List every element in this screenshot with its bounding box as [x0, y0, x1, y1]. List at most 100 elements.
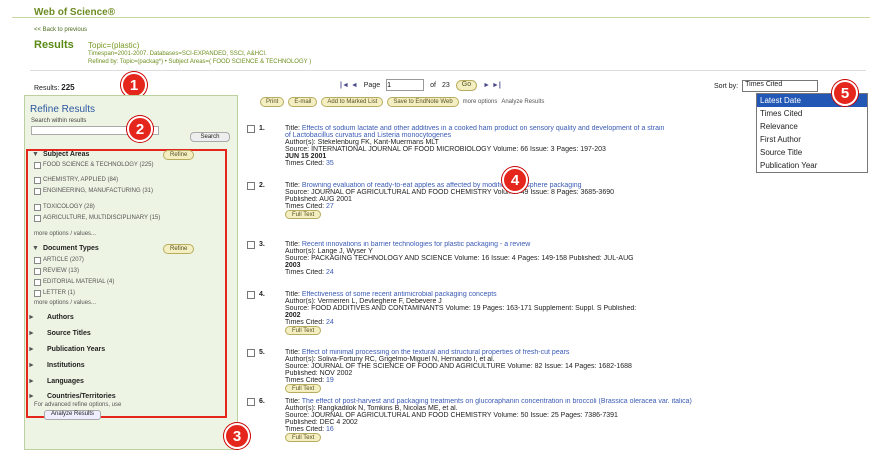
record-checkbox[interactable] — [247, 398, 255, 406]
subject-more-options-link[interactable]: more options / values... — [34, 231, 96, 237]
record-source: Source: PACKAGING TECHNOLOGY AND SCIENCE… — [285, 255, 634, 262]
record-source: Source: JOURNAL OF AGRICULTURAL AND FOOD… — [285, 412, 618, 419]
facet-institutions[interactable]: ► Institutions — [28, 362, 85, 369]
analyze-results-button[interactable]: Analyze Results — [44, 410, 102, 420]
times-cited-link[interactable]: 35 — [326, 160, 334, 167]
subject-option[interactable]: TOXICOLOGY (28) — [34, 204, 184, 211]
search-within-label: Search within results — [31, 118, 87, 124]
record-source: Source: FOOD ADDITIVES AND CONTAMINANTS … — [285, 305, 637, 312]
subject-option[interactable]: CHEMISTRY, APPLIED (84) — [34, 177, 184, 184]
record-checkbox[interactable] — [247, 125, 255, 133]
record-checkbox[interactable] — [247, 349, 255, 357]
checkbox-icon[interactable] — [34, 279, 41, 286]
go-button[interactable]: Go — [455, 79, 478, 91]
record-source: Source: JOURNAL OF AGRICULTURAL AND FOOD… — [285, 189, 614, 196]
print-button[interactable]: Print — [260, 97, 285, 107]
times-cited-link[interactable]: 24 — [326, 269, 334, 276]
search-button[interactable]: Search — [190, 132, 230, 142]
checkbox-icon[interactable] — [34, 177, 41, 184]
sort-option-times-cited[interactable]: Times Cited — [757, 107, 867, 120]
add-to-marked-list-button[interactable]: Add to Marked List — [321, 97, 384, 107]
record-published: Published: DEC 4 2002 — [285, 419, 358, 426]
record-published: Published: AUG 2001 — [285, 196, 352, 203]
document-types-header[interactable]: ▼ Document Types — [32, 245, 99, 252]
results-count: Results: 225 — [34, 83, 75, 92]
document-types-label: Document Types — [42, 245, 99, 252]
record-published: 2003 — [285, 262, 301, 269]
triangle-right-icon: ► — [28, 330, 35, 337]
first-prev-page-icon[interactable]: |◄ ◄ — [340, 82, 358, 89]
checkbox-icon[interactable] — [34, 257, 41, 264]
record-authors: Author(s): Stekelenburg FK, Kant-Muerman… — [285, 139, 439, 146]
sort-select[interactable]: Times Cited — [742, 80, 819, 92]
subject-option[interactable]: FOOD SCIENCE & TECHNOLOGY (225) — [34, 162, 184, 169]
record-number: 2. — [259, 182, 265, 189]
triangle-down-icon: ▼ — [32, 245, 39, 252]
total-pages: 23 — [441, 81, 450, 89]
record-number: 4. — [259, 291, 265, 298]
times-cited-link[interactable]: 19 — [326, 377, 334, 384]
next-last-page-icon[interactable]: ► ►| — [483, 82, 501, 89]
analyze-results-link[interactable]: Analyze Results — [501, 99, 544, 105]
checkbox-icon[interactable] — [34, 215, 41, 222]
times-cited-link[interactable]: 27 — [326, 203, 334, 210]
subject-option[interactable]: AGRICULTURE, MULTIDISCIPLINARY (15) — [34, 215, 184, 222]
callout-badge-3: 3 — [224, 423, 250, 449]
topic-query: Topic=(plastic) — [88, 41, 140, 50]
callout-badge-4: 4 — [502, 167, 528, 193]
results-count-value: 225 — [61, 83, 75, 92]
checkbox-icon[interactable] — [34, 162, 41, 169]
checkbox-icon[interactable] — [34, 188, 41, 195]
facet-countries-territories[interactable]: ► Countries/Territories — [28, 393, 116, 400]
triangle-down-icon: ▼ — [32, 151, 39, 158]
page-number-input[interactable] — [386, 79, 425, 91]
triangle-right-icon: ► — [28, 362, 35, 369]
full-text-button[interactable]: Full Text — [285, 210, 322, 219]
full-text-button[interactable]: Full Text — [285, 433, 322, 442]
callout-badge-2: 2 — [127, 116, 153, 142]
header-bar: Web of Science® — [12, 4, 870, 18]
full-text-button[interactable]: Full Text — [285, 326, 322, 335]
record-authors: Author(s): Soliva-Fortuny RC, Grigelmo-M… — [285, 356, 495, 363]
record-number: 5. — [259, 349, 265, 356]
back-link[interactable]: << Back to previous — [34, 27, 87, 33]
record-title-link[interactable]: Browning evaluation of ready-to-eat appl… — [302, 182, 582, 189]
record-checkbox[interactable] — [247, 291, 255, 299]
save-to-endnote-button[interactable]: Save to EndNote Web — [387, 97, 459, 107]
checkbox-icon[interactable] — [34, 204, 41, 211]
subject-option[interactable]: ENGINEERING, MANUFACTURING (31) — [34, 188, 184, 195]
doctype-more-options-link[interactable]: more options / values... — [34, 300, 96, 306]
facet-languages[interactable]: ► Languages — [28, 378, 84, 385]
full-text-button[interactable]: Full Text — [285, 384, 322, 393]
facet-publication-years[interactable]: ► Publication Years — [28, 346, 105, 353]
page-label: Page — [363, 81, 381, 89]
doctype-option[interactable]: LETTER (1) — [34, 290, 184, 297]
doctype-option[interactable]: ARTICLE (207) — [34, 257, 184, 264]
record-title-link[interactable]: Effect of minimal processing on the text… — [302, 349, 570, 356]
checkbox-icon[interactable] — [34, 290, 41, 297]
record-title-link[interactable]: Effectiveness of some recent antimicrobi… — [302, 291, 497, 298]
email-button[interactable]: E-mail — [288, 97, 318, 107]
subject-areas-refine-button[interactable]: Refine — [163, 150, 195, 160]
subject-areas-header[interactable]: ▼ Subject Areas — [32, 151, 89, 158]
triangle-right-icon: ► — [28, 378, 35, 385]
times-cited-link[interactable]: 24 — [326, 319, 334, 326]
record-number: 3. — [259, 241, 265, 248]
times-cited-link[interactable]: 16 — [326, 426, 334, 433]
record-authors: Author(s): Lange J, Wyser Y — [285, 248, 373, 255]
checkbox-icon[interactable] — [34, 268, 41, 275]
record-title-link[interactable]: The effect of post-harvest and packaging… — [302, 398, 692, 405]
record-title-link[interactable]: Recent innovations in barrier technologi… — [302, 241, 530, 248]
more-options-link[interactable]: more options — [463, 99, 498, 105]
refined-by-meta: Refined by: Topic=(packag*) • Subject Ar… — [88, 59, 312, 65]
facet-authors[interactable]: ► Authors — [28, 314, 74, 321]
doctype-option[interactable]: EDITORIAL MATERIAL (4) — [34, 279, 184, 286]
document-types-refine-button[interactable]: Refine — [163, 244, 195, 254]
facet-source-titles[interactable]: ► Source Titles — [28, 330, 91, 337]
web-of-science-logo[interactable]: Web of Science® — [34, 7, 115, 18]
record-title-link[interactable]: Effects of sodium lactate and other addi… — [285, 125, 664, 139]
record-checkbox[interactable] — [247, 241, 255, 249]
record-checkbox[interactable] — [247, 182, 255, 190]
subject-areas-label: Subject Areas — [42, 151, 90, 158]
doctype-option[interactable]: REVIEW (13) — [34, 268, 184, 275]
